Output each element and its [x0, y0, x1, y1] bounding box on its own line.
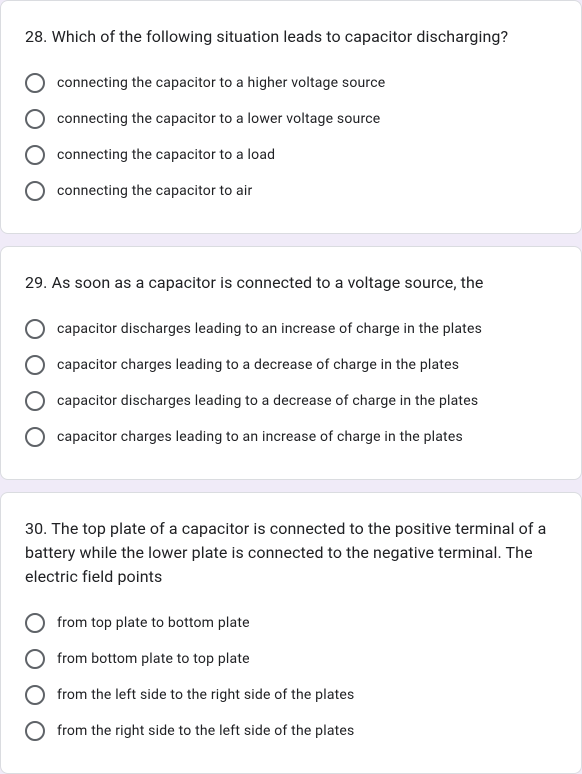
option-row[interactable]: capacitor discharges leading to an incre… — [25, 311, 557, 347]
radio-icon — [25, 109, 45, 129]
option-row[interactable]: from the left side to the right side of … — [25, 677, 557, 713]
option-row[interactable]: connecting the capacitor to a lower volt… — [25, 101, 557, 137]
radio-icon — [25, 73, 45, 93]
option-label: connecting the capacitor to a load — [57, 145, 275, 165]
option-row[interactable]: from the right side to the left side of … — [25, 713, 557, 749]
option-row[interactable]: connecting the capacitor to air — [25, 173, 557, 209]
radio-icon — [25, 613, 45, 633]
option-row[interactable]: from bottom plate to top plate — [25, 641, 557, 677]
option-label: from top plate to bottom plate — [57, 613, 250, 633]
option-row[interactable]: from top plate to bottom plate — [25, 605, 557, 641]
option-label: capacitor discharges leading to an incre… — [57, 319, 482, 339]
option-label: capacitor discharges leading to a decrea… — [57, 391, 478, 411]
question-card-30: 30. The top plate of a capacitor is conn… — [0, 492, 582, 774]
radio-icon — [25, 319, 45, 339]
radio-icon — [25, 649, 45, 669]
option-label: connecting the capacitor to a lower volt… — [57, 109, 380, 129]
radio-icon — [25, 685, 45, 705]
option-row[interactable]: connecting the capacitor to a load — [25, 137, 557, 173]
option-label: from the right side to the left side of … — [57, 721, 354, 741]
radio-icon — [25, 355, 45, 375]
question-title: 30. The top plate of a capacitor is conn… — [25, 517, 557, 589]
question-card-29: 29. As soon as a capacitor is connected … — [0, 246, 582, 480]
option-row[interactable]: capacitor charges leading to an increase… — [25, 419, 557, 455]
radio-icon — [25, 145, 45, 165]
option-label: from the left side to the right side of … — [57, 685, 354, 705]
question-title: 28. Which of the following situation lea… — [25, 25, 557, 49]
question-title: 29. As soon as a capacitor is connected … — [25, 271, 557, 295]
radio-icon — [25, 721, 45, 741]
question-card-28: 28. Which of the following situation lea… — [0, 0, 582, 234]
option-label: from bottom plate to top plate — [57, 649, 250, 669]
radio-icon — [25, 391, 45, 411]
radio-icon — [25, 427, 45, 447]
option-label: connecting the capacitor to air — [57, 181, 252, 201]
option-row[interactable]: capacitor discharges leading to a decrea… — [25, 383, 557, 419]
option-label: capacitor charges leading to a decrease … — [57, 355, 459, 375]
option-label: connecting the capacitor to a higher vol… — [57, 73, 385, 93]
radio-icon — [25, 181, 45, 201]
option-label: capacitor charges leading to an increase… — [57, 427, 463, 447]
option-row[interactable]: capacitor charges leading to a decrease … — [25, 347, 557, 383]
option-row[interactable]: connecting the capacitor to a higher vol… — [25, 65, 557, 101]
